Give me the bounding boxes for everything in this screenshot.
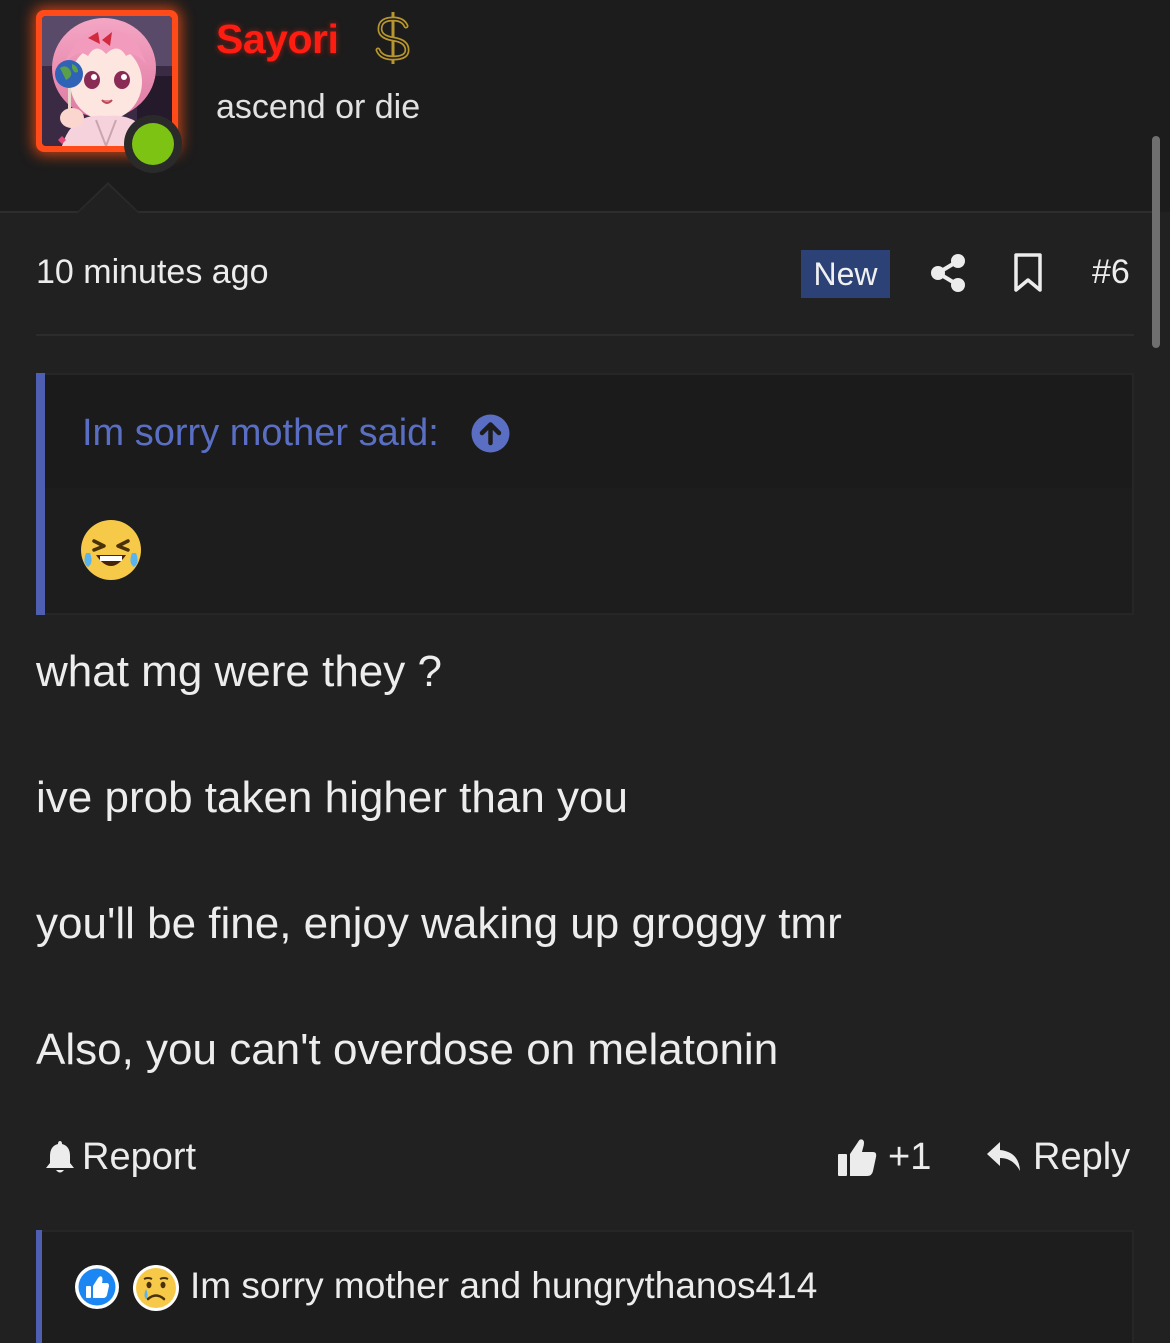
- post-body-line: what mg were they ?: [36, 647, 442, 696]
- bell-icon: [46, 1141, 74, 1173]
- scrollbar[interactable]: [1152, 136, 1160, 348]
- post-number-link[interactable]: #6: [1092, 253, 1130, 292]
- reply-button[interactable]: Reply: [985, 1134, 1130, 1180]
- online-status-indicator: [124, 115, 182, 173]
- reactions-accent-bar: [36, 1230, 42, 1343]
- reply-label: Reply: [1033, 1135, 1131, 1178]
- reactors-list[interactable]: Im sorry mother and hungrythanos414: [190, 1265, 817, 1307]
- post-body-line: ive prob taken higher than you: [36, 773, 628, 822]
- user-title: ascend or die: [216, 88, 421, 126]
- quote-attribution[interactable]: Im sorry mother said:: [82, 412, 439, 455]
- reply-arrow-icon: [987, 1142, 1020, 1171]
- header-divider: [0, 211, 1152, 213]
- like-reaction-icon[interactable]: [74, 1264, 120, 1310]
- laughing-tears-emoji-icon: [81, 520, 141, 580]
- post-body-line: you'll be fine, enjoy waking up groggy t…: [36, 899, 842, 948]
- forum-post-page: Sayori ascend or die 10 minutes ago New …: [0, 0, 1170, 1343]
- post-body-line: Also, you can't overdose on melatonin: [36, 1025, 779, 1074]
- bookmark-icon[interactable]: [1012, 252, 1044, 294]
- post-timestamp[interactable]: 10 minutes ago: [36, 253, 269, 292]
- share-icon[interactable]: [928, 252, 968, 294]
- sad-reaction-icon[interactable]: [132, 1264, 180, 1312]
- report-button[interactable]: Report: [44, 1134, 196, 1180]
- username[interactable]: Sayori: [216, 16, 339, 63]
- quote-accent-bar: [36, 373, 45, 615]
- arrow-up-circle-icon[interactable]: [471, 414, 510, 453]
- like-count: +1: [888, 1135, 932, 1178]
- new-badge: New: [801, 250, 890, 298]
- like-button[interactable]: +1: [836, 1134, 931, 1180]
- dollar-sign-icon: [375, 12, 410, 64]
- meta-divider: [36, 334, 1134, 336]
- report-label: Report: [82, 1135, 197, 1178]
- thumbs-up-icon: [838, 1139, 877, 1176]
